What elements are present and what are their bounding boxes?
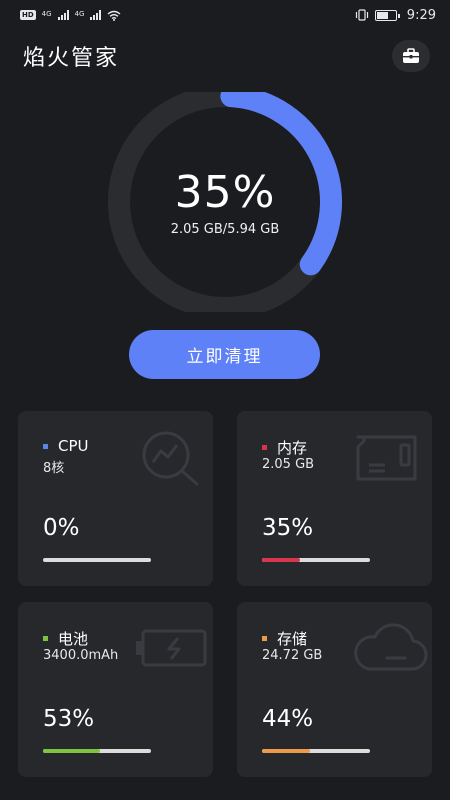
battery-dot: [43, 636, 48, 641]
status-left: HD 4G 4G: [20, 10, 121, 21]
battery-title: 电池: [58, 630, 89, 648]
network-type-1: 4G: [41, 9, 52, 18]
memory-card-icon: [356, 435, 417, 481]
battery-progress-fill: [43, 749, 101, 753]
gauge-center: 35% 2.05 GB/5.94 GB: [95, 92, 355, 312]
battery-capacity: 3400.0mAh: [43, 648, 119, 663]
memory-percent: 35%: [174, 166, 276, 218]
app-header: 焰火管家: [0, 38, 450, 74]
memory-title: 内存: [277, 439, 308, 457]
storage-progress-bar: [262, 749, 370, 753]
cpu-card-head: CPU: [43, 437, 89, 455]
storage-card-head: 存储: [262, 628, 307, 649]
storage-used: 24.72 GB: [262, 648, 323, 663]
vibrate-icon: [355, 9, 368, 21]
briefcase-icon: [403, 48, 419, 63]
memory-usage: 2.05 GB/5.94 GB: [170, 221, 280, 237]
toolbox-button[interactable]: [392, 40, 430, 72]
memory-card[interactable]: 内存 2.05 GB 35%: [237, 411, 432, 586]
battery-card[interactable]: 电池 3400.0mAh 53%: [18, 602, 213, 777]
battery-card-head: 电池: [43, 628, 88, 649]
status-bar: HD 4G 4G 9:29: [0, 0, 450, 30]
battery-icon: [374, 9, 400, 21]
status-right: 9:29: [355, 8, 436, 23]
battery-charging-icon: [136, 629, 207, 667]
hd-badge: HD: [20, 10, 36, 20]
memory-card-percent: 35%: [262, 515, 314, 541]
storage-dot: [262, 636, 267, 641]
clean-now-button[interactable]: 立即清理: [129, 330, 320, 379]
memory-card-head: 内存: [262, 437, 307, 458]
wifi-icon: [108, 10, 121, 21]
signal-icon-2: [90, 10, 102, 20]
memory-used: 2.05 GB: [262, 457, 315, 472]
storage-progress-fill: [262, 749, 310, 753]
cpu-card[interactable]: CPU 8核 0%: [18, 411, 213, 586]
cpu-cores: 8核: [43, 461, 65, 476]
network-type-2: 4G: [74, 9, 85, 18]
signal-icon: [57, 10, 69, 20]
cpu-dot: [43, 443, 48, 449]
memory-dot: [262, 445, 267, 450]
app-title: 焰火管家: [23, 46, 120, 71]
battery-percent: 53%: [43, 706, 95, 732]
battery-progress-bar: [43, 749, 151, 753]
cpu-title: CPU: [58, 437, 89, 455]
cpu-progress-bar: [43, 558, 151, 562]
storage-title: 存储: [277, 630, 308, 648]
storage-percent: 44%: [262, 706, 314, 732]
storage-card[interactable]: 存储 24.72 GB 44%: [237, 602, 432, 777]
memory-progress-fill: [262, 558, 300, 562]
cpu-percent: 0%: [43, 515, 80, 541]
chart-search-icon: [142, 431, 199, 486]
memory-progress-bar: [262, 558, 370, 562]
clock: 9:29: [406, 7, 436, 23]
memory-gauge: 35% 2.05 GB/5.94 GB: [95, 92, 355, 312]
cloud-icon: [354, 623, 428, 671]
